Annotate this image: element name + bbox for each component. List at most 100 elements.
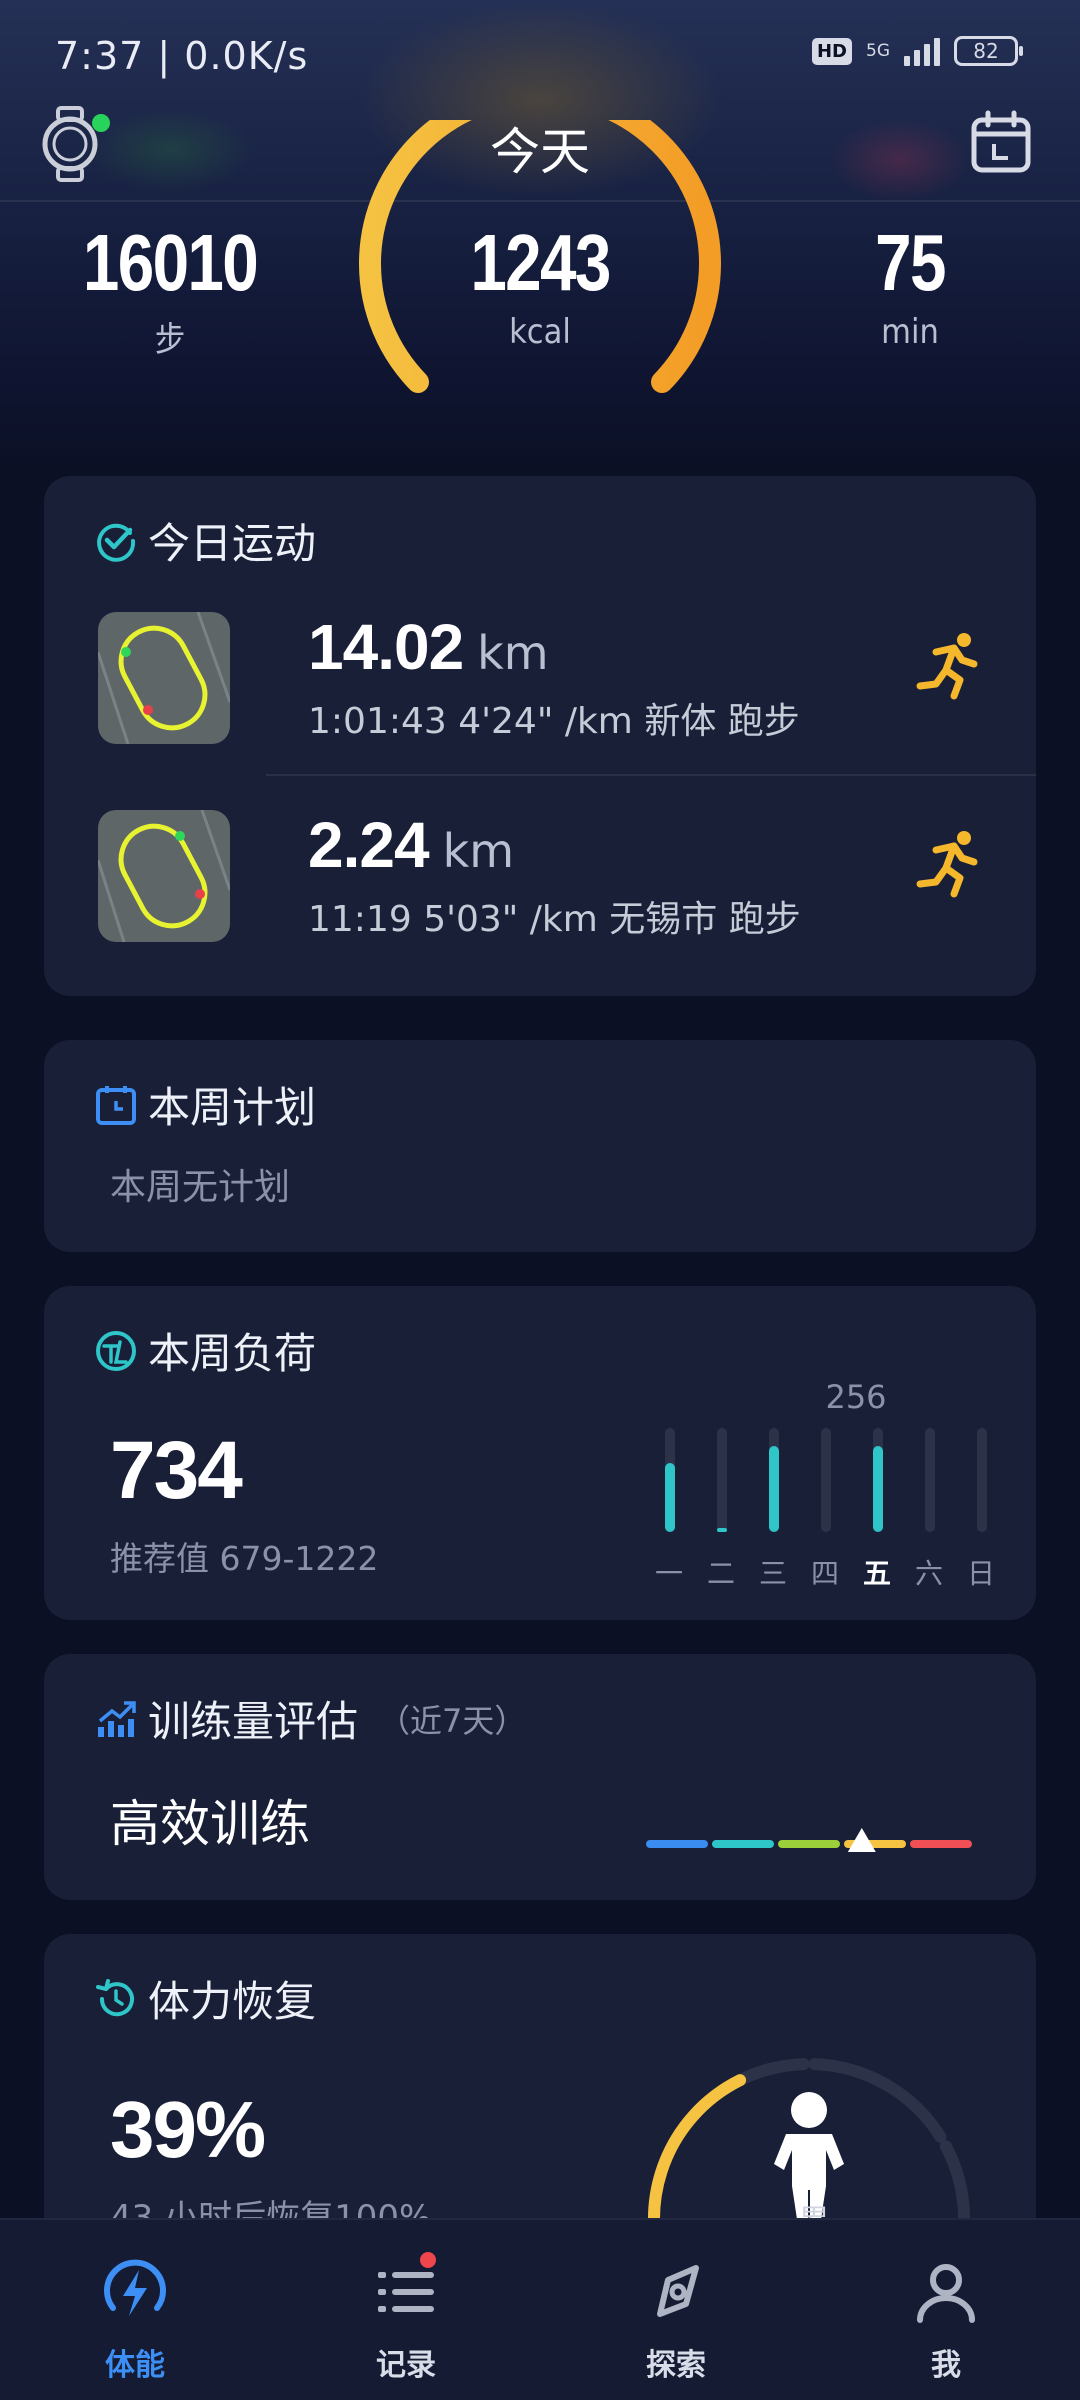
scale-segment bbox=[712, 1840, 774, 1848]
weekly-load-value: 734 bbox=[110, 1425, 243, 1516]
load-bar-label: 六 bbox=[914, 1557, 943, 1590]
tab-records-label: 记录 bbox=[376, 2348, 436, 2383]
weekly-plan-empty: 本周无计划 bbox=[110, 1167, 291, 1208]
training-scale bbox=[646, 1828, 972, 1852]
signal-icon bbox=[904, 36, 940, 66]
activity-distance: 14.02 km bbox=[308, 610, 549, 684]
calories-stat[interactable]: 1243 kcal bbox=[410, 218, 670, 353]
status-indicators: HD 5G 82 bbox=[811, 36, 1023, 66]
training-assessment-card[interactable]: 训练量评估 （近7天） 高效训练 bbox=[44, 1654, 1036, 1900]
activity-row[interactable]: 2.24 km 11:19 5'03" /km 无锡市 跑步 bbox=[98, 808, 1036, 948]
load-bar-track bbox=[821, 1428, 831, 1532]
recovery-header: 体力恢复 bbox=[94, 1968, 316, 2029]
battery-icon: 82 bbox=[954, 36, 1023, 66]
training-status: 高效训练 bbox=[110, 1795, 310, 1853]
calendar-clock-icon bbox=[96, 1085, 136, 1125]
weekly-load-peak-label: 256 bbox=[825, 1378, 887, 1416]
training-load-icon bbox=[96, 1330, 136, 1371]
load-bar-day: 四 bbox=[798, 1428, 852, 1598]
running-icon bbox=[916, 633, 978, 700]
steps-value: 16010 bbox=[82, 218, 259, 307]
trend-up-icon bbox=[98, 1700, 136, 1737]
tab-me-label: 我 bbox=[931, 2348, 961, 2383]
tab-fitness[interactable]: 体能 bbox=[55, 2256, 215, 2384]
calendar-button[interactable] bbox=[966, 108, 1036, 178]
activity-details: 11:19 5'03" /km 无锡市 跑步 bbox=[308, 899, 801, 940]
load-bar-label: 二 bbox=[706, 1557, 735, 1590]
steps-stat[interactable]: 16010 步 bbox=[40, 220, 300, 361]
calories-value: 1243 bbox=[470, 218, 611, 307]
weekly-load-card[interactable]: 本周负荷 734 推荐值 679-1222 256 一二三四五六日 bbox=[44, 1286, 1036, 1620]
load-bar-day: 一 bbox=[642, 1428, 696, 1598]
weekly-load-title: 本周负荷 bbox=[148, 1329, 317, 1378]
load-bar-label: 一 bbox=[654, 1557, 683, 1590]
weekly-load-chart: 一二三四五六日 bbox=[642, 1428, 1002, 1598]
gauge-track bbox=[808, 2058, 947, 2143]
load-bar-day: 五 bbox=[850, 1428, 904, 1598]
load-bar-label: 五 bbox=[862, 1557, 891, 1590]
load-bar-label: 四 bbox=[810, 1557, 839, 1590]
network-type: 5G bbox=[866, 41, 890, 61]
load-bar-day: 日 bbox=[954, 1428, 1008, 1598]
tab-records[interactable]: 记录 bbox=[326, 2252, 486, 2384]
scale-segment bbox=[646, 1840, 708, 1848]
tab-explore[interactable]: 探索 bbox=[596, 2256, 756, 2384]
activity-distance-unit: km bbox=[477, 626, 549, 680]
training-assessment-header: 训练量评估 （近7天） bbox=[94, 1688, 526, 1749]
tab-explore-label: 探索 bbox=[646, 2348, 706, 2383]
check-circle-icon bbox=[97, 523, 136, 562]
status-time: 7:37 | 0.0K/s bbox=[55, 34, 309, 78]
load-bar-fill bbox=[665, 1463, 675, 1532]
activity-distance-value: 14.02 bbox=[308, 611, 464, 683]
weekly-plan-header: 本周计划 bbox=[94, 1074, 316, 1135]
scale-segment bbox=[778, 1840, 840, 1848]
load-bar-track bbox=[717, 1428, 727, 1532]
recovery-clock-icon bbox=[96, 1978, 134, 2016]
route-map-thumbnail bbox=[98, 810, 230, 942]
today-exercise-header[interactable]: 今日运动 bbox=[94, 510, 316, 571]
load-bar-label: 日 bbox=[966, 1557, 995, 1590]
bottom-tab-bar: 体能 记录 探索 我 bbox=[0, 2218, 1080, 2400]
activity-divider bbox=[266, 774, 1036, 776]
records-badge-dot bbox=[420, 2252, 436, 2268]
record-list-icon bbox=[370, 2252, 442, 2328]
compass-icon bbox=[657, 2265, 699, 2317]
tab-me[interactable]: 我 bbox=[866, 2256, 1026, 2384]
running-icon bbox=[916, 831, 978, 898]
duration-stat[interactable]: 75 min bbox=[780, 218, 1040, 353]
calendar-icon bbox=[971, 110, 1031, 173]
training-assessment-range: （近7天） bbox=[378, 1701, 527, 1740]
load-bar-track bbox=[925, 1428, 935, 1532]
weekly-load-header: 本周负荷 bbox=[94, 1320, 316, 1381]
tab-fitness-label: 体能 bbox=[105, 2348, 165, 2383]
activity-details: 1:01:43 4'24" /km 新体 跑步 bbox=[308, 701, 800, 742]
load-bar-fill bbox=[769, 1446, 779, 1532]
weekly-plan-title: 本周计划 bbox=[148, 1083, 317, 1132]
load-bar-fill bbox=[717, 1528, 727, 1532]
duration-unit: min bbox=[881, 312, 939, 352]
load-bar-track bbox=[977, 1428, 987, 1532]
duration-value: 75 bbox=[875, 218, 946, 307]
today-exercise-card: 今日运动 14.02 km 1:01:43 4'24" /km 新体 跑步 2.… bbox=[44, 476, 1036, 996]
activity-distance-value: 2.24 bbox=[308, 809, 430, 881]
load-bar-label: 三 bbox=[758, 1557, 787, 1590]
weekly-plan-card[interactable]: 本周计划 本周无计划 bbox=[44, 1040, 1036, 1252]
route-map-thumbnail bbox=[98, 612, 230, 744]
steps-unit: 步 bbox=[154, 320, 186, 360]
scale-segment bbox=[910, 1840, 972, 1848]
activity-row[interactable]: 14.02 km 1:01:43 4'24" /km 新体 跑步 bbox=[98, 610, 1036, 750]
hd-badge: HD bbox=[811, 37, 852, 65]
fitness-bolt-icon bbox=[104, 2259, 166, 2316]
load-bar-day: 三 bbox=[746, 1428, 800, 1598]
load-bar-fill bbox=[873, 1446, 883, 1532]
today-exercise-title: 今日运动 bbox=[148, 519, 317, 568]
recovery-value: 39% bbox=[110, 2085, 266, 2174]
recovery-title: 体力恢复 bbox=[148, 1977, 317, 2026]
activity-distance-unit: km bbox=[442, 824, 515, 878]
activity-distance: 2.24 km bbox=[308, 808, 514, 882]
calories-unit: kcal bbox=[509, 312, 571, 352]
weekly-load-recommended: 推荐值 679-1222 bbox=[110, 1539, 379, 1578]
load-bar-day: 二 bbox=[694, 1428, 748, 1598]
profile-icon bbox=[917, 2264, 975, 2323]
load-bar-day: 六 bbox=[902, 1428, 956, 1598]
